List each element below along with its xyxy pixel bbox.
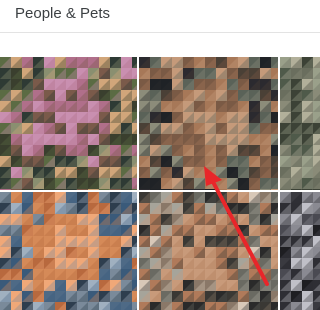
pixelated-photo [139, 192, 278, 310]
person-thumbnail[interactable] [139, 57, 278, 190]
person-thumbnail[interactable] [0, 57, 137, 190]
pixelated-photo [0, 192, 137, 310]
pixelated-photo [280, 192, 320, 310]
person-thumbnail[interactable] [280, 57, 320, 190]
person-thumbnail[interactable] [0, 192, 137, 310]
person-thumbnail[interactable] [280, 192, 320, 310]
person-thumbnail[interactable] [139, 192, 278, 310]
pixelated-photo [280, 57, 320, 190]
page-title: People & Pets [15, 5, 111, 22]
spacer [0, 33, 320, 57]
pixelated-photo [0, 57, 137, 190]
page-header: People & Pets [0, 0, 320, 33]
pixelated-photo [139, 57, 278, 190]
people-pets-grid [0, 57, 320, 310]
